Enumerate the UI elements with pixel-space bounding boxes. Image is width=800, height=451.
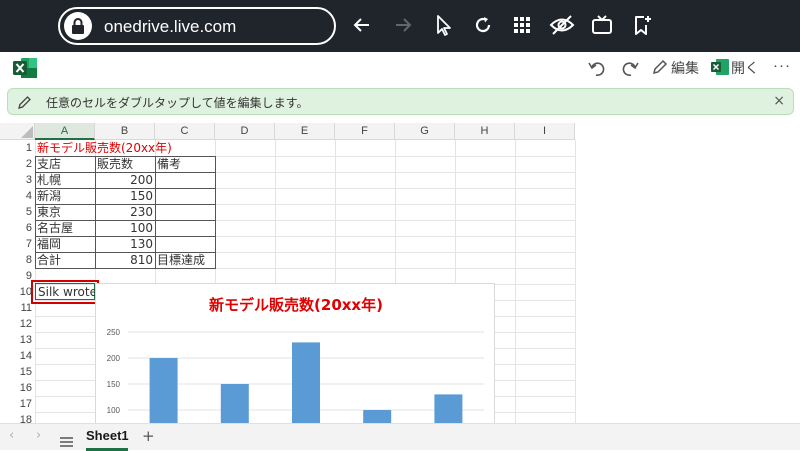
back-arrow-icon[interactable] [350, 13, 376, 39]
add-sheet-button[interactable]: + [142, 427, 155, 445]
cell-a6[interactable]: 名古屋 [35, 220, 95, 236]
spreadsheet-grid[interactable]: A B C D E F G H I 1 2 3 4 5 6 7 8 9 10 1… [0, 123, 800, 423]
row-header[interactable]: 10 [0, 284, 35, 300]
edit-button[interactable]: 編集 [671, 58, 699, 80]
y-tick-label: 200 [107, 354, 121, 363]
chart-title: 新モデル販売数(20xx年) [209, 296, 383, 314]
eye-off-icon[interactable] [549, 13, 575, 39]
cell-b3[interactable]: 200 [95, 172, 155, 188]
column-header[interactable]: F [335, 123, 395, 140]
column-header[interactable]: C [155, 123, 215, 140]
bar-東京[interactable] [292, 342, 320, 423]
bar-福岡[interactable] [434, 394, 463, 423]
sheet-list-icon[interactable] [60, 432, 73, 447]
lock-icon [64, 12, 92, 40]
forward-arrow-icon[interactable] [391, 13, 417, 39]
column-header[interactable]: E [275, 123, 335, 140]
prev-sheet-icon[interactable]: ‹ [9, 428, 14, 443]
row-header[interactable]: 12 [0, 316, 35, 332]
edit-hint-banner: 任意のセルをダブルタップして値を編集します。 × [7, 88, 794, 115]
bar-新潟[interactable] [220, 384, 249, 423]
row-header[interactable]: 14 [0, 348, 35, 364]
pencil-icon [17, 94, 33, 110]
more-options-button[interactable]: ··· [773, 57, 791, 79]
pencil-icon[interactable] [651, 58, 671, 78]
cell-a4[interactable]: 新潟 [35, 188, 95, 204]
row-header[interactable]: 6 [0, 220, 35, 236]
bookmark-add-icon[interactable] [630, 13, 656, 39]
cell-a8[interactable]: 合計 [35, 252, 95, 268]
chart-canvas: 新モデル販売数(20xx年) 25020015010050 [107, 296, 484, 423]
undo-icon[interactable] [587, 58, 607, 78]
row-header[interactable]: 8 [0, 252, 35, 268]
url-text: onedrive.live.com [104, 17, 237, 36]
cell-b6[interactable]: 100 [95, 220, 155, 236]
y-tick-label: 150 [107, 380, 121, 389]
cursor-icon[interactable] [432, 13, 458, 39]
cell-c2[interactable]: 備考 [155, 156, 215, 172]
column-header[interactable]: H [455, 123, 515, 140]
excel-logo-icon [12, 56, 38, 80]
cell-b7[interactable]: 130 [95, 236, 155, 252]
excel-open-icon[interactable] [710, 58, 730, 78]
grid-apps-icon[interactable] [510, 13, 536, 39]
row-header[interactable]: 2 [0, 156, 35, 172]
row-header[interactable]: 11 [0, 300, 35, 316]
row-header[interactable]: 4 [0, 188, 35, 204]
highlight-box [31, 280, 99, 304]
excel-toolbar: 編集 開く ··· [0, 52, 800, 86]
row-header[interactable]: 9 [0, 268, 35, 284]
cell-a1[interactable]: 新モデル販売数(20xx年) [35, 140, 174, 156]
close-banner-button[interactable]: × [773, 93, 785, 109]
y-tick-label: 100 [107, 406, 121, 415]
sheet-tab-bar: ‹ › Sheet1 + [0, 423, 800, 451]
row-header[interactable]: 7 [0, 236, 35, 252]
y-tick-label: 250 [107, 328, 121, 337]
address-bar[interactable]: onedrive.live.com [58, 7, 336, 45]
bar-chart[interactable]: 新モデル販売数(20xx年) 25020015010050 [95, 283, 495, 423]
cell-b2[interactable]: 販売数 [95, 156, 155, 172]
sheet-tab[interactable]: Sheet1 [86, 424, 129, 451]
next-sheet-icon[interactable]: › [36, 428, 41, 443]
row-header[interactable]: 5 [0, 204, 35, 220]
column-header[interactable]: D [215, 123, 275, 140]
select-all-corner[interactable] [0, 123, 35, 140]
gridline [575, 140, 576, 423]
row-header[interactable]: 16 [0, 380, 35, 396]
cell-a2[interactable]: 支店 [35, 156, 95, 172]
open-button[interactable]: 開く [731, 58, 759, 80]
row-header[interactable]: 13 [0, 332, 35, 348]
reload-icon[interactable] [471, 13, 497, 39]
row-header[interactable]: 17 [0, 396, 35, 412]
row-header[interactable]: 18 [0, 412, 35, 423]
cell-b8[interactable]: 810 [95, 252, 155, 268]
cell-a7[interactable]: 福岡 [35, 236, 95, 252]
column-header[interactable]: I [515, 123, 575, 140]
cell-a5[interactable]: 東京 [35, 204, 95, 220]
cell-a3[interactable]: 札幌 [35, 172, 95, 188]
banner-text: 任意のセルをダブルタップして値を編集します。 [46, 96, 309, 110]
bar-札幌[interactable] [149, 358, 178, 423]
row-header[interactable]: 1 [0, 140, 35, 156]
bar-名古屋[interactable] [363, 410, 392, 423]
row-header[interactable]: 3 [0, 172, 35, 188]
cell-b5[interactable]: 230 [95, 204, 155, 220]
browser-toolbar: onedrive.live.com [0, 0, 800, 52]
column-header[interactable]: B [95, 123, 155, 140]
row-header[interactable]: 15 [0, 364, 35, 380]
cell-c8[interactable]: 目標達成 [155, 252, 215, 268]
cell-b4[interactable]: 150 [95, 188, 155, 204]
column-header[interactable]: G [395, 123, 455, 140]
tv-icon[interactable] [590, 13, 616, 39]
redo-icon[interactable] [620, 58, 640, 78]
column-header[interactable]: A [35, 123, 95, 140]
